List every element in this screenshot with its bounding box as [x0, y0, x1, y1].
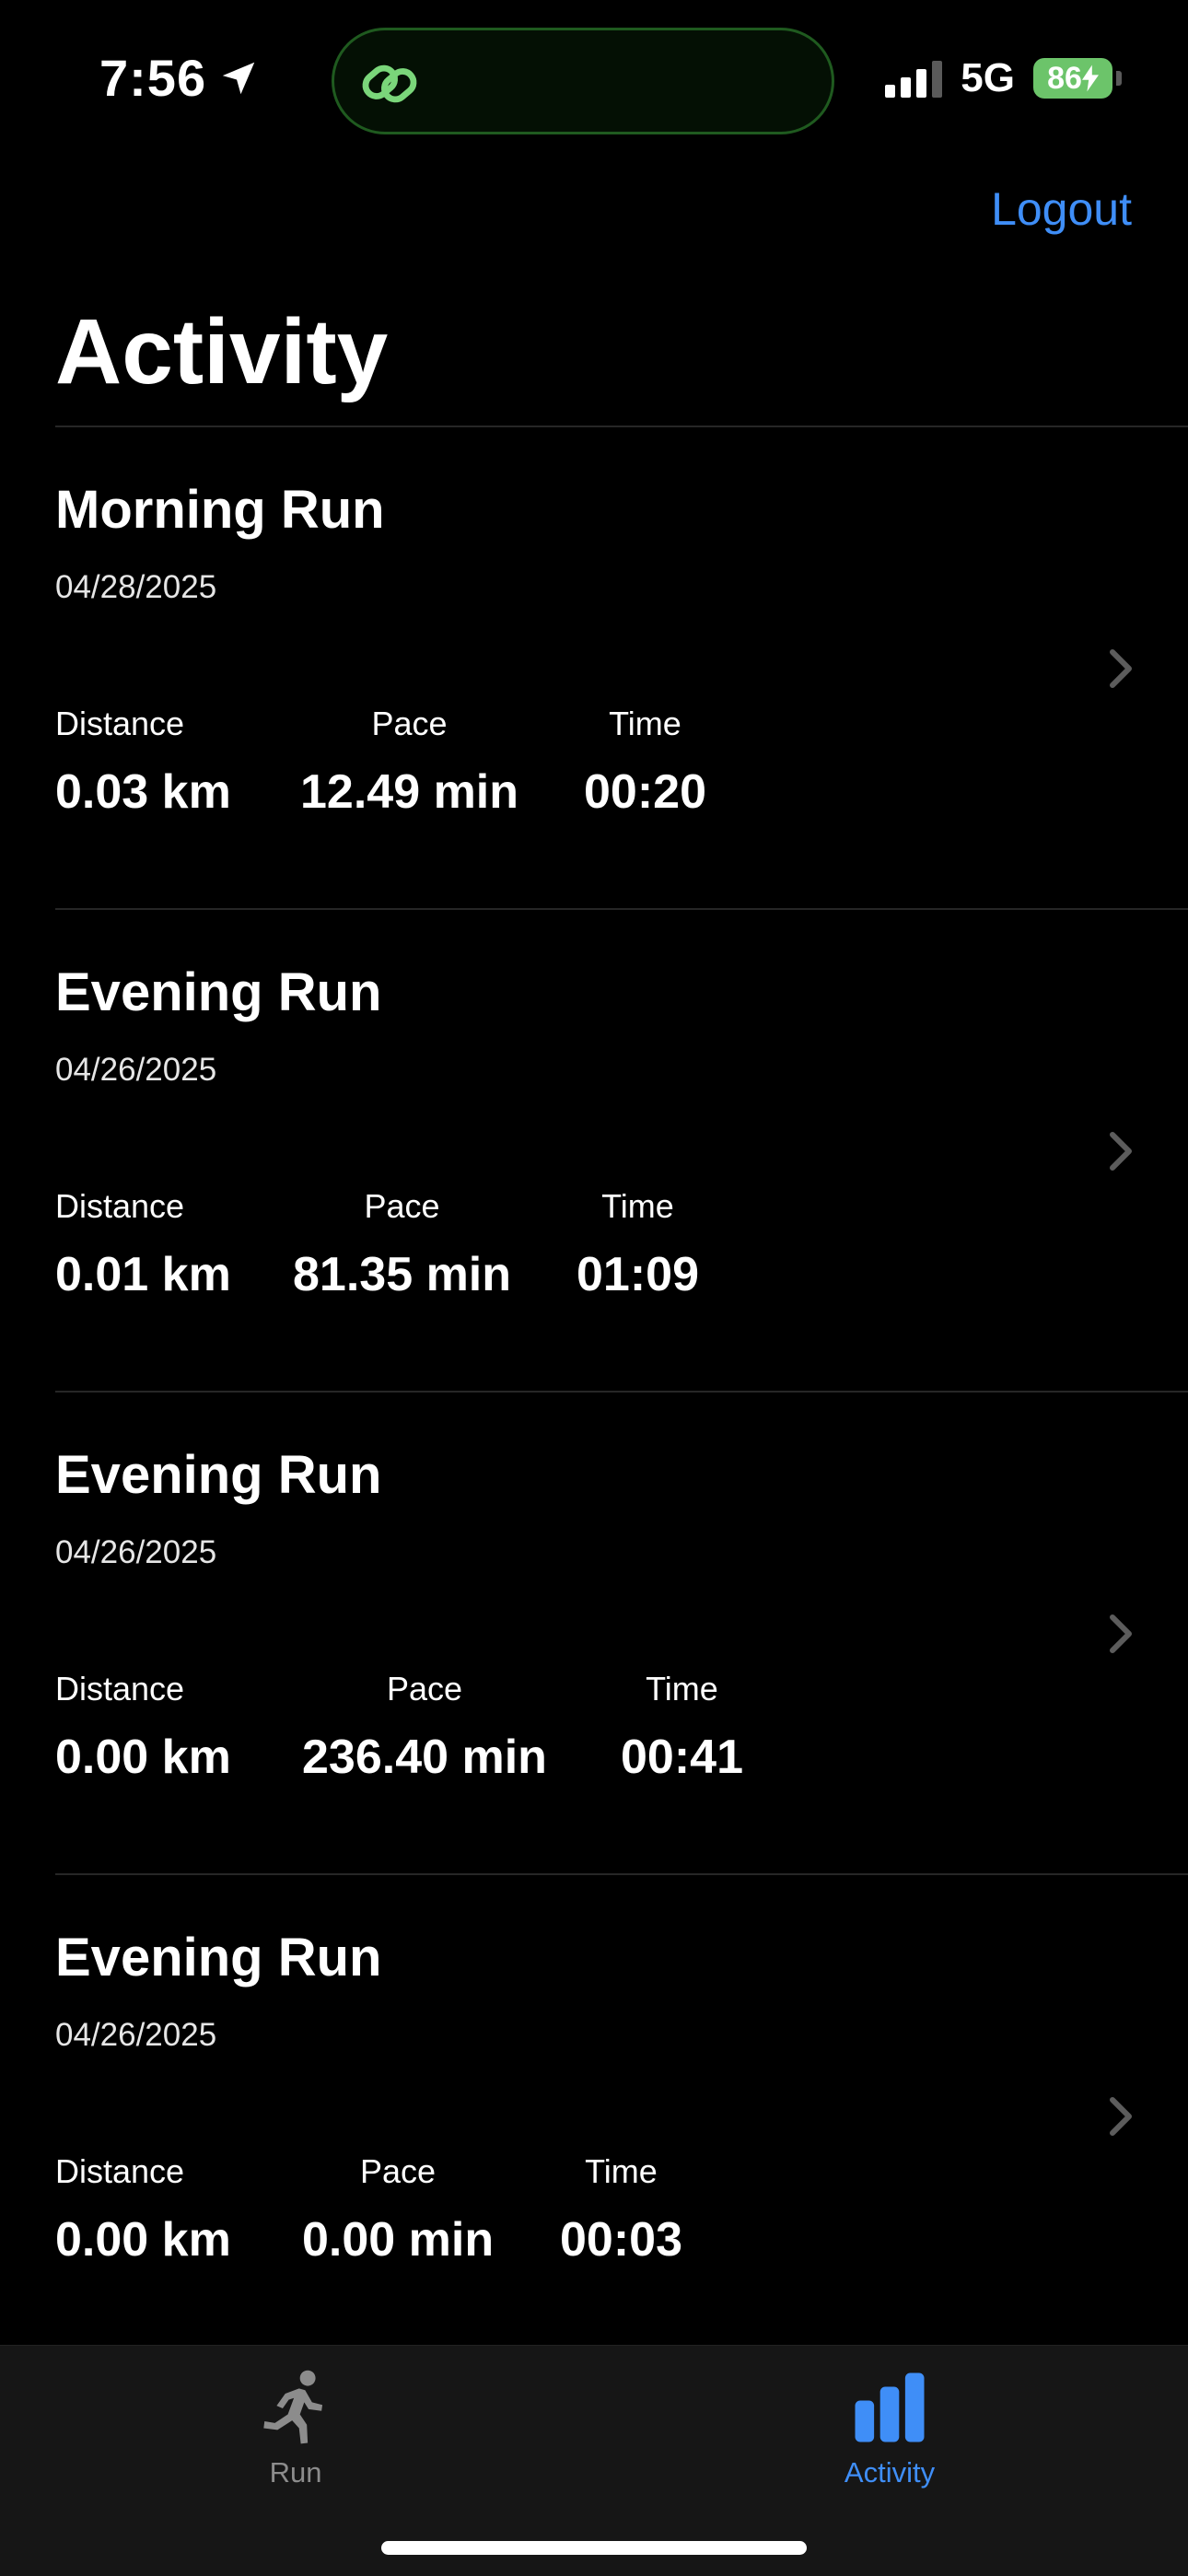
time-value: 00:41	[621, 1731, 743, 1784]
pace-stat: Pace 236.40 min	[302, 1669, 547, 1785]
linked-rings-icon	[362, 64, 417, 103]
distance-value: 0.00 km	[55, 2213, 231, 2267]
pace-stat: Pace 0.00 min	[302, 2151, 494, 2267]
pace-label: Pace	[386, 1670, 462, 1708]
bar-chart-icon	[855, 2372, 925, 2442]
time-value: 00:03	[560, 2213, 682, 2267]
tab-label: Activity	[844, 2456, 936, 2489]
pace-label: Pace	[371, 705, 448, 742]
distance-value: 0.00 km	[55, 1731, 231, 1784]
pace-value: 81.35 min	[293, 1248, 512, 1301]
distance-stat: Distance 0.01 km	[55, 1186, 231, 1302]
chevron-right-icon	[1110, 649, 1132, 688]
distance-stat: Distance 0.00 km	[55, 2151, 231, 2267]
battery-icon: 86	[1033, 58, 1112, 99]
time-stat: Time 00:41	[621, 1669, 743, 1785]
dynamic-island[interactable]	[332, 28, 834, 134]
pace-label: Pace	[360, 2152, 437, 2190]
activity-title: Evening Run	[55, 1928, 382, 1987]
activity-row[interactable]: Morning Run 04/28/2025 Distance 0.03 km …	[55, 425, 1188, 908]
pace-value: 236.40 min	[302, 1731, 547, 1784]
pace-stat: Pace 81.35 min	[293, 1186, 511, 1302]
time-label: Time	[646, 1670, 718, 1708]
tab-label: Run	[269, 2456, 322, 2489]
home-indicator[interactable]	[381, 2541, 807, 2555]
activity-list: Morning Run 04/28/2025 Distance 0.03 km …	[0, 425, 1188, 2356]
activity-date: 04/26/2025	[55, 1052, 217, 1088]
status-indicators: 5G 86	[885, 55, 1122, 101]
distance-label: Distance	[55, 1187, 185, 1225]
location-arrow-icon	[222, 62, 255, 94]
status-time: 7:56	[99, 48, 260, 108]
activity-row[interactable]: Evening Run 04/26/2025 Distance 0.00 km …	[55, 1873, 1188, 2356]
running-person-icon	[263, 2370, 323, 2444]
time-stat: Time 00:03	[560, 2151, 682, 2267]
distance-stat: Distance 0.03 km	[55, 704, 231, 820]
distance-label: Distance	[55, 1670, 185, 1708]
battery-cap	[1116, 71, 1122, 86]
time-label: Time	[601, 1187, 674, 1225]
pace-stat: Pace 12.49 min	[300, 704, 518, 820]
time-stat: Time 01:09	[577, 1186, 699, 1302]
activity-title: Morning Run	[55, 480, 385, 540]
time-value: 00:20	[584, 765, 706, 819]
distance-value: 0.03 km	[55, 765, 231, 819]
network-type: 5G	[961, 55, 1015, 100]
battery-level: 86	[1047, 60, 1082, 96]
time-value: 01:09	[577, 1248, 699, 1301]
distance-value: 0.01 km	[55, 1248, 231, 1301]
tab-activity[interactable]: Activity	[751, 2366, 1028, 2489]
activity-row[interactable]: Evening Run 04/26/2025 Distance 0.01 km …	[55, 908, 1188, 1391]
time-label: Time	[609, 705, 681, 742]
cellular-signal-icon	[885, 59, 943, 98]
status-bar: 7:56 5G 86	[0, 0, 1188, 157]
tab-bar: Run Activity	[0, 2345, 1188, 2576]
time-label: Time	[585, 2152, 658, 2190]
pace-value: 12.49 min	[300, 765, 519, 819]
activity-date: 04/26/2025	[55, 2017, 217, 2053]
pace-value: 0.00 min	[302, 2213, 495, 2267]
distance-stat: Distance 0.00 km	[55, 1669, 231, 1785]
time-stat: Time 00:20	[584, 704, 706, 820]
logout-button[interactable]: Logout	[991, 182, 1132, 236]
activity-date: 04/26/2025	[55, 1534, 217, 1570]
chevron-right-icon	[1110, 1132, 1132, 1171]
charging-bolt-icon	[1081, 64, 1099, 92]
pace-label: Pace	[364, 1187, 440, 1225]
activity-row[interactable]: Evening Run 04/26/2025 Distance 0.00 km …	[55, 1391, 1188, 1873]
chevron-right-icon	[1110, 1614, 1132, 1653]
activity-title: Evening Run	[55, 962, 382, 1022]
distance-label: Distance	[55, 2152, 185, 2190]
page-title: Activity	[55, 300, 389, 403]
activity-date: 04/28/2025	[55, 569, 217, 605]
tab-run[interactable]: Run	[157, 2366, 434, 2489]
clock-text: 7:56	[99, 49, 207, 107]
activity-title: Evening Run	[55, 1445, 382, 1505]
chevron-right-icon	[1110, 2097, 1132, 2136]
distance-label: Distance	[55, 705, 185, 742]
